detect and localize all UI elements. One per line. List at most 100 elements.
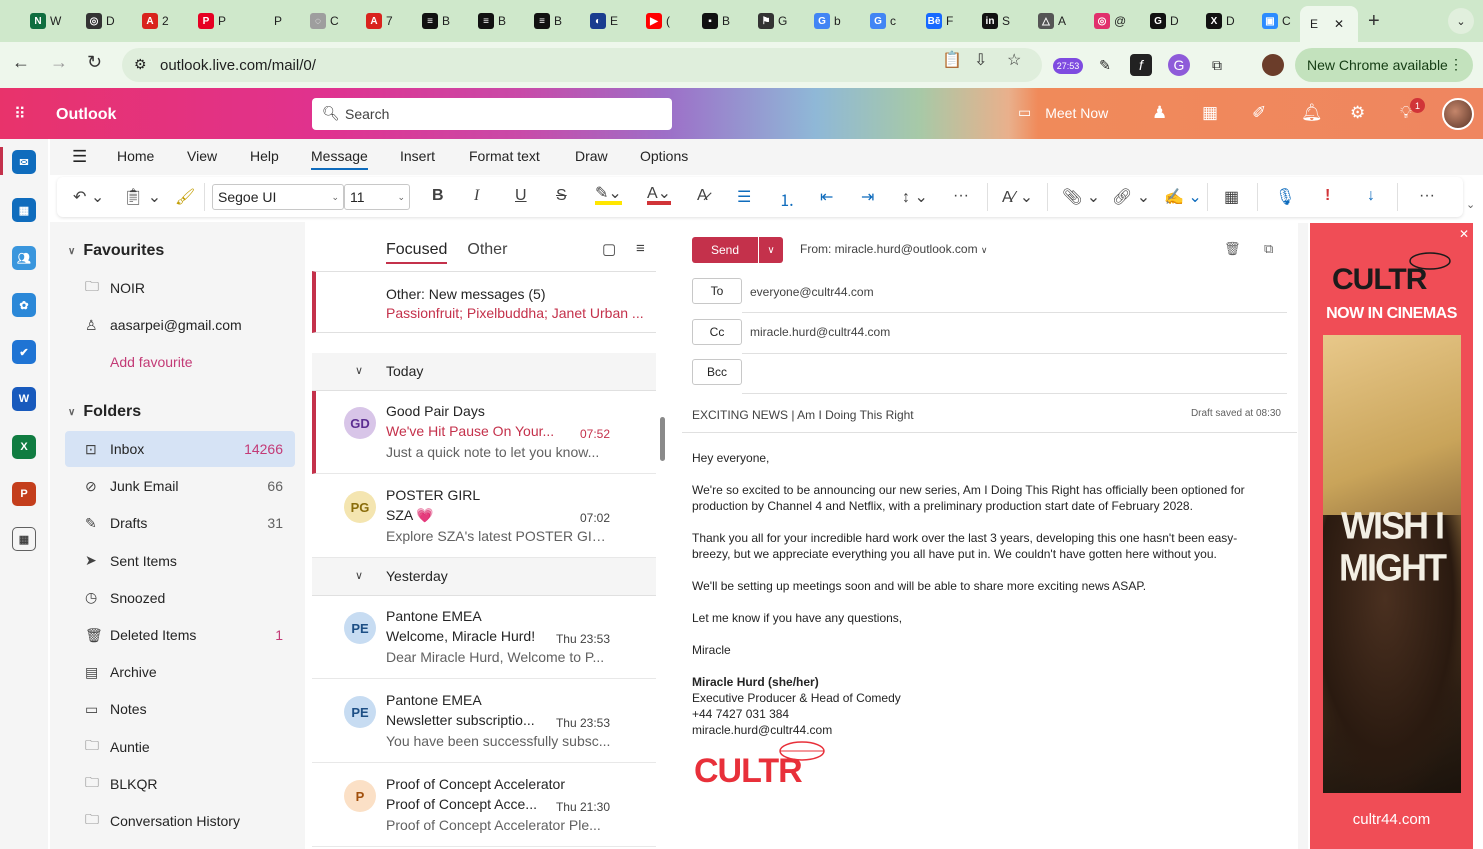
people-icon[interactable]: 👥︎ xyxy=(12,246,36,270)
attach-icon[interactable]: 📎︎ ⌄ xyxy=(1062,187,1100,207)
font-family-select[interactable]: Segoe UI ⌄ xyxy=(212,184,344,210)
browser-tab[interactable]: ▣ C xyxy=(1252,8,1304,34)
clipboard-icon[interactable]: 📋 xyxy=(942,50,962,70)
browser-tab[interactable]: A7 xyxy=(356,8,408,34)
discard-trash-icon[interactable]: 🗑︎ xyxy=(1224,241,1241,257)
account-avatar[interactable] xyxy=(1442,98,1474,130)
tab-help[interactable]: Help xyxy=(250,148,279,164)
app-launcher-icon[interactable]: ⠿ xyxy=(14,104,26,124)
message-list-scrollbar[interactable] xyxy=(660,417,665,461)
folders-header[interactable]: ∨ Folders xyxy=(68,403,141,421)
bullets-icon[interactable]: ☰ xyxy=(737,187,751,207)
bcc-button[interactable]: Bcc xyxy=(692,359,742,385)
dictate-mic-icon[interactable]: 🎙︎ xyxy=(1275,187,1295,207)
tab-view[interactable]: View xyxy=(187,148,217,164)
browser-tab[interactable]: P xyxy=(244,8,296,34)
folder-item-auntie[interactable]: 🗀 Auntie xyxy=(65,729,295,765)
timer-extension-icon[interactable]: 27:53 xyxy=(1053,58,1083,74)
folder-item-junk-email[interactable]: ⊘ Junk Email 66 xyxy=(65,468,295,504)
new-chrome-button[interactable]: New Chrome available ⋮ xyxy=(1295,48,1473,82)
cultr-ad-banner[interactable]: ✕ CULTR NOW IN CINEMAS WISH I MIGHT cult… xyxy=(1310,223,1473,849)
ribbon-more-icon[interactable]: ··· xyxy=(1419,187,1435,205)
underline-icon[interactable]: U xyxy=(515,187,527,205)
close-icon[interactable]: ✕ xyxy=(1459,227,1469,241)
close-tab-icon[interactable]: ✕ xyxy=(1334,17,1344,31)
link-icon[interactable]: 🔗︎ ⌄ xyxy=(1112,187,1150,207)
signature-icon[interactable]: ✍ ⌄ xyxy=(1164,187,1202,207)
paste-icon[interactable]: 📋︎ ⌄ xyxy=(123,187,161,207)
install-app-icon[interactable]: ⇩ xyxy=(974,50,987,70)
more-format-icon[interactable]: ··· xyxy=(953,187,969,205)
extensions-puzzle-icon[interactable]: ⧉ xyxy=(1206,54,1228,76)
browser-tab[interactable]: ◌ C xyxy=(300,8,352,34)
grammarly-icon[interactable]: G xyxy=(1168,54,1190,76)
profile-avatar-icon[interactable] xyxy=(1262,54,1284,76)
browser-tab[interactable]: ⚑ G xyxy=(748,8,800,34)
high-importance-icon[interactable]: ! xyxy=(1325,187,1330,205)
reload-icon[interactable]: ↻ xyxy=(87,52,102,73)
browser-tab[interactable]: XD xyxy=(1196,8,1248,34)
popout-icon[interactable]: ⧉ xyxy=(1264,241,1273,257)
message-item[interactable]: P Proof of Concept Accelerator Proof of Co… xyxy=(312,764,656,847)
message-item[interactable]: PG POSTER GIRL SZA 💗 07:02 Explore SZA's lat… xyxy=(312,475,656,558)
browser-tab[interactable]: ≡ B xyxy=(524,8,576,34)
pen-extension-icon[interactable]: ✎ xyxy=(1094,54,1116,76)
undo-icon[interactable]: ↶ ⌄ xyxy=(73,187,104,207)
browser-tab-active[interactable]: E ✕ xyxy=(1300,6,1358,42)
styles-icon[interactable]: A⁄ ⌄ xyxy=(1002,187,1033,207)
search-box[interactable]: 🔍︎ Search xyxy=(312,98,672,130)
tab-message[interactable]: Message xyxy=(311,148,368,170)
message-item[interactable]: PE Pantone EMEA Newsletter subscriptio... T… xyxy=(312,680,656,763)
bookmark-star-icon[interactable]: ☆ xyxy=(1007,50,1021,70)
bell-icon[interactable]: 🔔︎ xyxy=(1301,103,1323,123)
browser-tab[interactable]: △ A xyxy=(1028,8,1080,34)
bold-icon[interactable]: B xyxy=(432,187,444,205)
folder-item-blkqr[interactable]: 🗀 BLKQR xyxy=(65,766,295,802)
folder-item-notes[interactable]: ▭ Notes xyxy=(65,691,295,727)
browser-tab[interactable]: ▶( xyxy=(636,8,688,34)
outlook-brand[interactable]: Outlook xyxy=(56,106,116,124)
calendar-icon[interactable]: ▦ xyxy=(12,198,36,222)
folder-item-sent-items[interactable]: ➤ Sent Items xyxy=(65,543,295,579)
group-header-today[interactable]: ∨ Today xyxy=(312,353,656,391)
meet-now-button[interactable]: ▭ Meet Now xyxy=(1018,104,1108,121)
highlight-icon[interactable]: ✎⌄ xyxy=(595,186,622,205)
send-options-button[interactable]: ∨ xyxy=(759,237,783,263)
browser-tab[interactable]: Bē F xyxy=(916,8,968,34)
folder-item-deleted-items[interactable]: 🗑︎ Deleted Items 1 xyxy=(65,617,295,653)
todo-icon[interactable]: ✔ xyxy=(12,340,36,364)
message-body[interactable]: Hey everyone, We're so excited to be ann… xyxy=(692,450,1272,738)
browser-tab[interactable]: Gc xyxy=(860,8,912,34)
to-button[interactable]: To xyxy=(692,278,742,304)
browser-tab[interactable]: ≡ B xyxy=(412,8,464,34)
browser-tab[interactable]: ▪ B xyxy=(692,8,744,34)
powerpoint-icon[interactable]: P xyxy=(12,482,36,506)
tab-home[interactable]: Home xyxy=(117,148,154,164)
decrease-indent-icon[interactable]: ⇤ xyxy=(820,187,833,207)
excel-icon[interactable]: X xyxy=(12,435,36,459)
format-painter-icon[interactable]: 🖌︎ xyxy=(175,187,195,207)
tab-options[interactable]: Options xyxy=(640,148,688,164)
folder-item-aasarpei-gmail-com[interactable]: ♙ aasarpei@gmail.com xyxy=(65,307,295,343)
compose-scrollbar[interactable] xyxy=(1298,223,1308,849)
filter-icon[interactable]: ≡ xyxy=(636,240,645,257)
folder-item-conversation-history[interactable]: 🗀 Conversation History xyxy=(65,803,295,839)
italic-icon[interactable]: I xyxy=(474,187,479,205)
apps-icon[interactable]: ▦ xyxy=(1224,187,1239,207)
office-icon[interactable]: ▦ xyxy=(1202,103,1218,123)
font-size-select[interactable]: 11 ⌄ xyxy=(344,184,410,210)
more-apps-icon[interactable]: ▦ xyxy=(12,527,36,551)
tab-insert[interactable]: Insert xyxy=(400,148,435,164)
tab-focused[interactable]: Focused xyxy=(386,241,448,264)
groups-icon[interactable]: ✿ xyxy=(12,293,36,317)
word-icon[interactable]: W xyxy=(12,387,36,411)
group-header-yesterday[interactable]: ∨ Yesterday xyxy=(312,558,656,596)
add-favourite-link[interactable]: Add favourite xyxy=(110,354,193,370)
browser-tab[interactable]: ≡ B xyxy=(468,8,520,34)
message-item[interactable]: GD Good Pair Days We've Hit Pause On Your.… xyxy=(312,391,656,474)
tab-draw[interactable]: Draw xyxy=(575,148,608,164)
folder-item-archive[interactable]: ▤ Archive xyxy=(65,654,295,690)
send-button[interactable]: Send xyxy=(692,237,758,263)
browser-tab[interactable]: ◐ E xyxy=(580,8,632,34)
browser-tab[interactable]: PP xyxy=(188,8,240,34)
